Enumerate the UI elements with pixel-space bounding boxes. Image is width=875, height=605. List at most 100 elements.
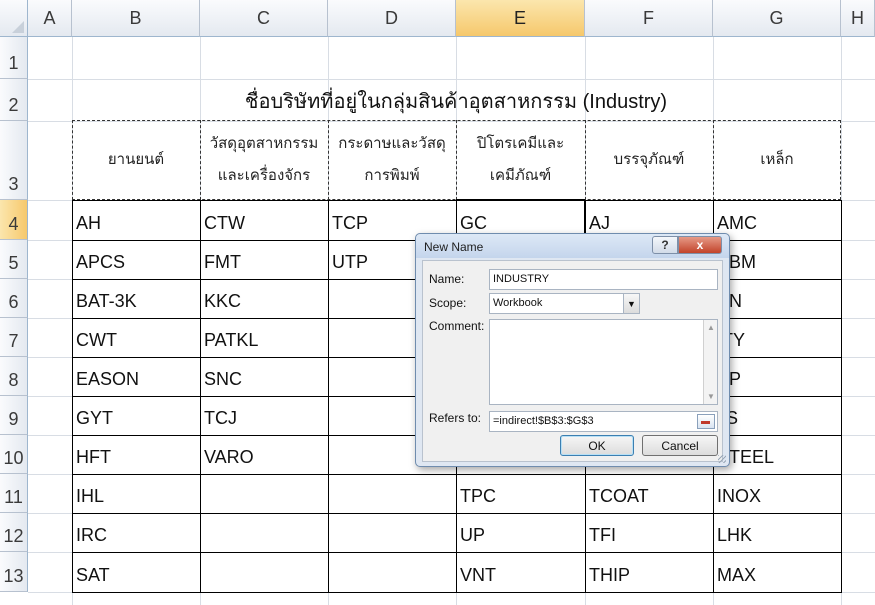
ok-button[interactable]: OK <box>560 435 634 456</box>
column-header-g[interactable]: G <box>713 0 841 37</box>
resize-grip-icon[interactable] <box>718 455 726 463</box>
name-field[interactable]: INDUSTRY <box>489 269 718 290</box>
row-header-1[interactable]: 1 <box>0 37 28 79</box>
dialog-titlebar[interactable]: New Name ? x <box>416 234 729 258</box>
dialog-body: Name: INDUSTRY Scope: Workbook ▼ Comment… <box>422 260 723 462</box>
column-header-a[interactable]: A <box>28 0 72 37</box>
row-header-9[interactable]: 9 <box>0 396 28 435</box>
header-divider <box>456 120 457 200</box>
table-cell[interactable]: TPC <box>456 474 585 513</box>
header-line: เหล็ก <box>760 151 794 168</box>
comment-scrollbar[interactable]: ▲ ▼ <box>703 320 717 404</box>
header-divider <box>713 120 714 200</box>
header-cell[interactable]: เหล็ก <box>713 121 841 199</box>
table-cell[interactable]: TCOAT <box>585 474 713 513</box>
table-cell[interactable]: AH <box>72 200 200 240</box>
collapse-dialog-icon[interactable] <box>697 414 715 429</box>
row-header-4[interactable]: 4 <box>0 200 28 240</box>
header-cell[interactable]: บรรจุภัณฑ์ <box>585 121 713 199</box>
table-cell[interactable]: IHL <box>72 474 200 513</box>
table-cell[interactable]: CTW <box>200 200 328 240</box>
refers-to-label: Refers to: <box>429 411 482 425</box>
column-header-h[interactable]: H <box>841 0 875 37</box>
table-cell[interactable]: HFT <box>72 435 200 474</box>
table-cell[interactable]: INOX <box>713 474 841 513</box>
row-header-12[interactable]: 12 <box>0 513 28 552</box>
row-header-6[interactable]: 6 <box>0 279 28 318</box>
sheet-title[interactable]: ชื่อบริษัทที่อยู่ในกลุ่มสินค้าอุตสาหกรรม… <box>72 81 840 120</box>
column-header-b[interactable]: B <box>72 0 200 37</box>
table-cell[interactable]: MAX <box>713 552 841 592</box>
row-header-10[interactable]: 10 <box>0 435 28 474</box>
dialog-title: New Name <box>424 240 484 254</box>
row-header-7[interactable]: 7 <box>0 318 28 357</box>
help-button[interactable]: ? <box>652 236 678 254</box>
scope-value: Workbook <box>493 297 543 309</box>
column-header-e[interactable]: E <box>456 0 585 37</box>
table-cell[interactable]: PATKL <box>200 318 328 357</box>
header-line: และเครื่องจักร <box>217 167 311 184</box>
header-line: บรรจุภัณฑ์ <box>613 151 685 168</box>
header-divider <box>585 120 586 200</box>
table-cell[interactable]: LHK <box>713 513 841 552</box>
row-header-8[interactable]: 8 <box>0 357 28 396</box>
gridline-horizontal <box>28 79 875 80</box>
table-cell[interactable]: GYT <box>72 396 200 435</box>
table-cell[interactable]: JS <box>713 396 841 435</box>
table-cell[interactable]: EASON <box>72 357 200 396</box>
refers-to-field[interactable]: =indirect!$B$3:$G$3 <box>489 411 718 432</box>
table-border-horizontal <box>72 592 841 593</box>
table-cell[interactable]: ITY <box>713 318 841 357</box>
table-cell[interactable]: SAT <box>72 552 200 592</box>
scroll-down-icon[interactable]: ▼ <box>707 392 715 401</box>
table-cell[interactable]: SP <box>713 357 841 396</box>
row-header-2[interactable]: 2 <box>0 79 28 121</box>
column-header-d[interactable]: D <box>328 0 456 37</box>
table-cell[interactable]: SNC <box>200 357 328 396</box>
close-button[interactable]: x <box>678 236 722 254</box>
header-line: ปิโตรเคมีและ <box>476 135 565 152</box>
row-header-3[interactable]: 3 <box>0 121 28 200</box>
table-cell[interactable]: UP <box>456 513 585 552</box>
table-cell[interactable]: SBM <box>713 240 841 279</box>
row-header-11[interactable]: 11 <box>0 474 28 513</box>
header-line: เคมีภัณฑ์ <box>489 167 552 184</box>
scroll-up-icon[interactable]: ▲ <box>707 323 715 332</box>
new-name-dialog: New Name ? x Name: INDUSTRY Scope: Workb… <box>415 233 730 467</box>
table-cell[interactable]: EN <box>713 279 841 318</box>
column-header-f[interactable]: F <box>585 0 713 37</box>
table-cell[interactable]: STEEL <box>713 435 841 474</box>
table-cell[interactable]: BAT-3K <box>72 279 200 318</box>
row-header-5[interactable]: 5 <box>0 240 28 279</box>
header-line: กระดาษและวัสดุ <box>338 135 446 152</box>
comment-label: Comment: <box>429 319 485 333</box>
header-line: การพิมพ์ <box>364 167 420 184</box>
column-header-c[interactable]: C <box>200 0 328 37</box>
table-border-vertical <box>841 200 842 593</box>
header-cell[interactable]: ยานยนต์ <box>72 121 200 199</box>
chevron-down-icon[interactable]: ▼ <box>623 294 639 313</box>
header-line: วัสดุอุตสาหกรรม <box>209 135 319 152</box>
header-cell[interactable]: ปิโตรเคมีและเคมีภัณฑ์ <box>456 121 585 199</box>
header-cell[interactable]: วัสดุอุตสาหกรรมและเครื่องจักร <box>200 121 328 199</box>
table-cell[interactable]: TFI <box>585 513 713 552</box>
header-cell[interactable]: กระดาษและวัสดุการพิมพ์ <box>328 121 456 199</box>
row-header-13[interactable]: 13 <box>0 552 28 592</box>
comment-field[interactable]: ▲ ▼ <box>489 319 718 405</box>
table-cell[interactable]: FMT <box>200 240 328 279</box>
cancel-button[interactable]: Cancel <box>642 435 718 456</box>
table-cell[interactable]: VNT <box>456 552 585 592</box>
select-all-corner[interactable] <box>0 0 28 37</box>
table-cell[interactable]: AMC <box>713 200 841 240</box>
name-label: Name: <box>429 272 465 286</box>
scope-label: Scope: <box>429 296 467 310</box>
scope-select[interactable]: Workbook ▼ <box>489 293 640 314</box>
table-cell[interactable]: KKC <box>200 279 328 318</box>
table-cell[interactable]: TCJ <box>200 396 328 435</box>
refers-to-value: =indirect!$B$3:$G$3 <box>493 415 594 427</box>
table-cell[interactable]: APCS <box>72 240 200 279</box>
table-cell[interactable]: IRC <box>72 513 200 552</box>
table-cell[interactable]: THIP <box>585 552 713 592</box>
table-cell[interactable]: VARO <box>200 435 328 474</box>
table-cell[interactable]: CWT <box>72 318 200 357</box>
